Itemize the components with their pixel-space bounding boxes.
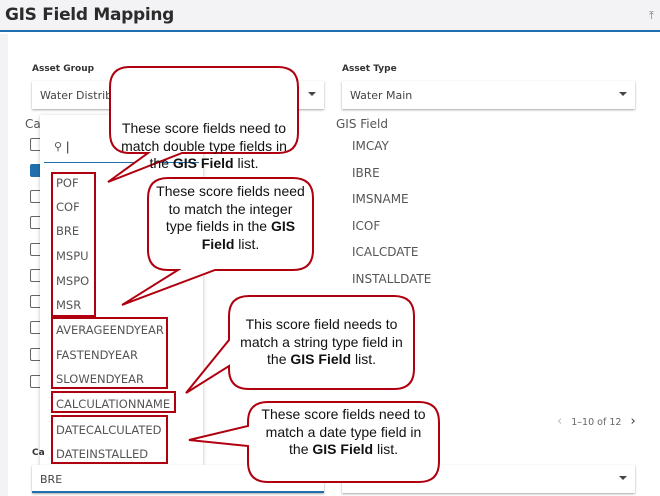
- callout-text-bold: GIS Field: [290, 351, 352, 367]
- callout-text: These score fields need to match a date …: [256, 406, 431, 459]
- callout-text: These score fields need to match the int…: [156, 183, 305, 253]
- callout-text-post: list.: [233, 155, 259, 171]
- callout-text-bold: GIS Field: [312, 441, 374, 457]
- callout-text-post: list.: [234, 235, 260, 252]
- callout-text: These score fields need to match double …: [118, 120, 290, 173]
- callout-text-post: list.: [351, 351, 376, 367]
- callout-text: This score field needs to match a string…: [237, 316, 406, 369]
- callout-text-bold: GIS Field: [172, 155, 234, 171]
- callout-text-post: list.: [373, 441, 398, 457]
